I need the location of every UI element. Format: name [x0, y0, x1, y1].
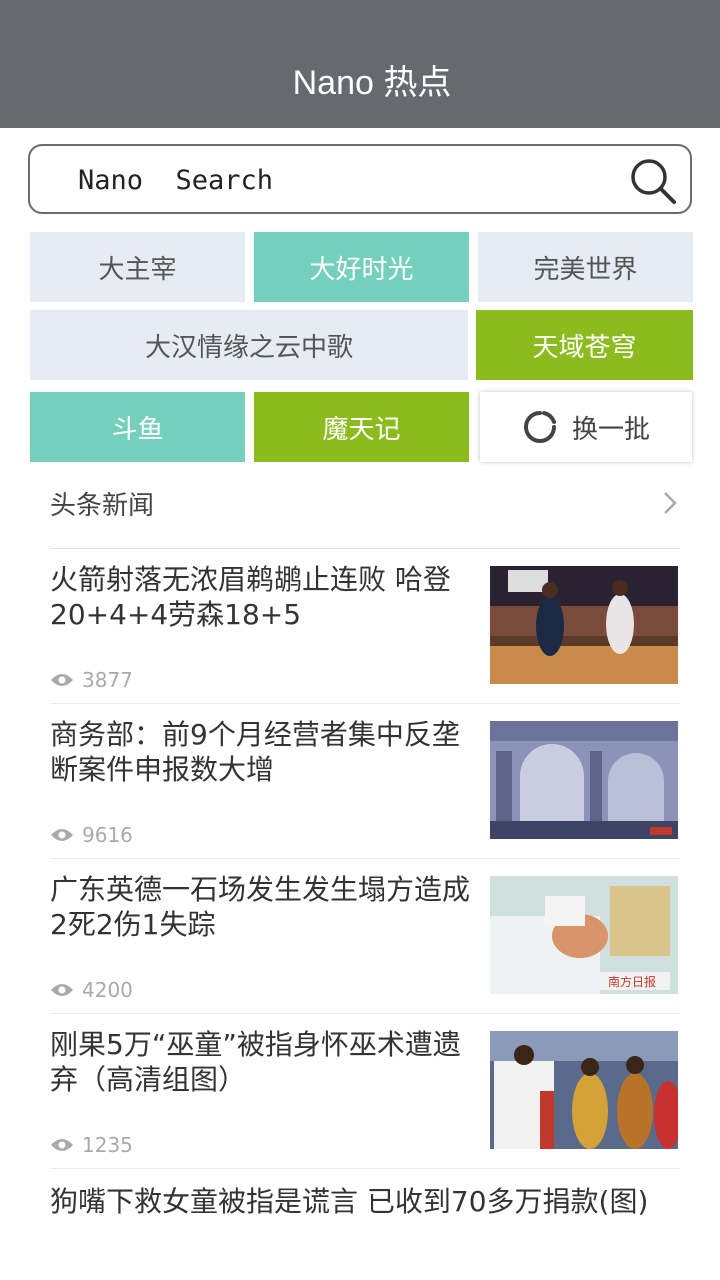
refresh-label: 换一批 [571, 414, 650, 445]
headline-news-header[interactable]: 头条新闻 [50, 470, 680, 549]
view-count: 3877 [50, 668, 133, 692]
hot-tag[interactable]: 完美世界 [478, 232, 693, 302]
svg-text:南方日报: 南方日报 [608, 974, 656, 989]
church-crowd-photo [490, 1031, 678, 1149]
app-title: Nano 热点 [292, 64, 452, 102]
eye-icon [51, 984, 73, 996]
news-title: 刚果5万“巫童”被指身怀巫术遭遗弃（高清组图） [50, 1028, 461, 1096]
eye-icon [51, 1139, 73, 1151]
hot-tag[interactable]: 大汉情缘之云中歌 [30, 310, 468, 380]
eye-icon [51, 829, 73, 841]
view-count-value: 4200 [82, 978, 133, 1002]
arch-building-photo [490, 721, 678, 839]
search-box[interactable] [28, 144, 692, 214]
view-count: 1235 [50, 1133, 133, 1157]
refresh-icon [524, 411, 556, 443]
section-title: 头条新闻 [50, 491, 155, 521]
news-item[interactable]: 商务部：前9个月经营者集中反垄断案件申报数大增 9616 [50, 703, 680, 859]
view-count: 4200 [50, 978, 133, 1002]
app-bar: Nano 热点 [0, 0, 720, 128]
news-title: 商务部：前9个月经营者集中反垄断案件申报数大增 [50, 718, 460, 786]
news-title: 狗嘴下救女童被指是谎言 已收到70多万捐款(图) [50, 1185, 649, 1218]
chevron-right-icon [664, 492, 677, 514]
view-count-value: 9616 [82, 823, 133, 847]
refresh-button[interactable]: 换一批 [480, 392, 692, 462]
hot-tag[interactable]: 魔天记 [254, 392, 469, 462]
hot-tag[interactable]: 大主宰 [30, 232, 245, 302]
view-count-value: 3877 [82, 668, 133, 692]
news-title: 广东英德一石场发生发生塌方造成2死2伤1失踪 [50, 873, 471, 941]
eye-icon [51, 674, 73, 686]
news-item[interactable]: 广东英德一石场发生发生塌方造成2死2伤1失踪 4200 南方日报 [50, 858, 680, 1014]
basketball-photo [490, 566, 678, 684]
hot-tag[interactable]: 大好时光 [254, 232, 469, 302]
search-input[interactable] [78, 156, 598, 204]
view-count: 9616 [50, 823, 133, 847]
hot-tag[interactable]: 斗鱼 [30, 392, 245, 462]
news-title: 火箭射落无浓眉鹈鹕止连败 哈登20+4+4劳森18+5 [50, 563, 451, 631]
news-item[interactable]: 火箭射落无浓眉鹈鹕止连败 哈登20+4+4劳森18+5 3877 [50, 548, 680, 704]
news-item[interactable]: 刚果5万“巫童”被指身怀巫术遭遗弃（高清组图） 1235 [50, 1013, 680, 1169]
view-count-value: 1235 [82, 1133, 133, 1157]
search-icon[interactable] [628, 156, 678, 206]
hospital-patient-photo: 南方日报 [490, 876, 678, 994]
hot-tag[interactable]: 天域苍穹 [476, 310, 693, 380]
